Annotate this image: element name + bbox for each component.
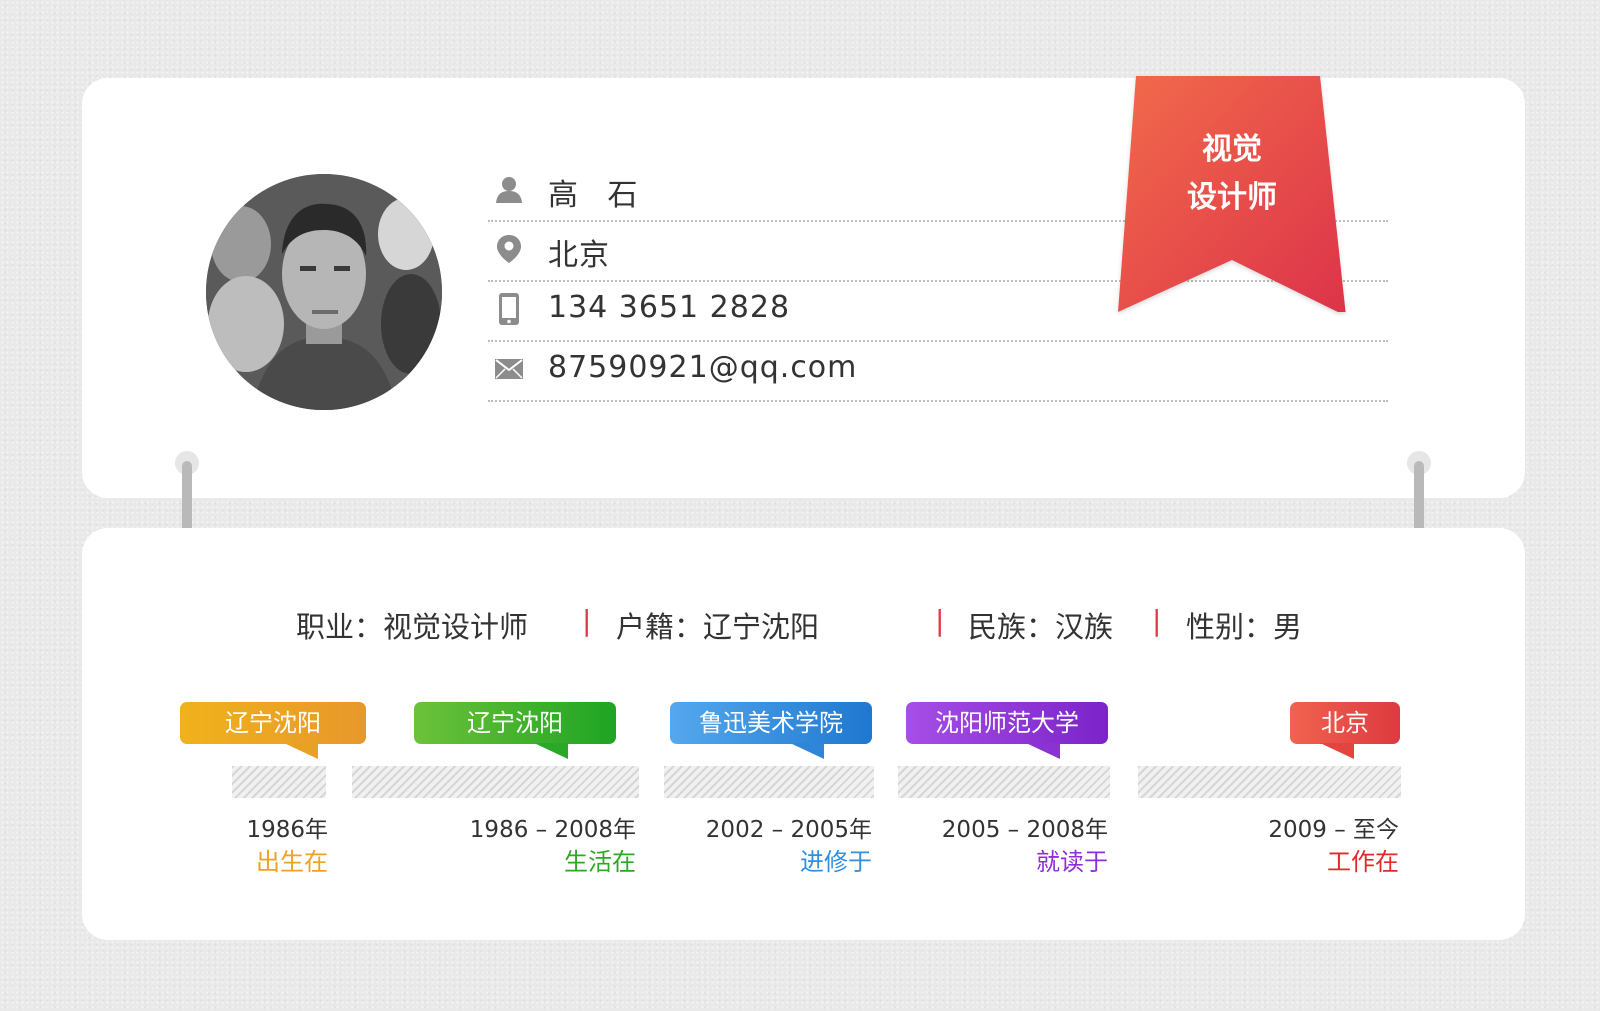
tag-place: 辽宁沈阳 [467, 709, 563, 737]
timeline-date: 1986 – 2008年 [469, 817, 636, 843]
email-address[interactable]: 87590921@qq.com [548, 350, 857, 385]
phone-number[interactable]: 134 3651 2828 [548, 290, 790, 325]
mobile-phone-icon [494, 293, 524, 325]
timeline-tag: 辽宁沈阳 [414, 702, 616, 759]
ribbon-title: 视觉 设计师 [1118, 126, 1346, 222]
ribbon-line-1: 视觉 [1202, 132, 1262, 167]
avatar [206, 174, 442, 410]
timeline-label: 工作在 [1327, 848, 1399, 876]
timeline-tag: 北京 [1290, 702, 1400, 759]
hometown: 户籍：辽宁沈阳 [616, 610, 820, 644]
timeline-bar [352, 766, 639, 798]
tag-place: 辽宁沈阳 [225, 709, 321, 737]
gender: 性别：男 [1186, 610, 1303, 644]
timeline-date: 2005 – 2008年 [941, 817, 1108, 843]
ribbon-line-2: 设计师 [1187, 180, 1277, 215]
occupation: 职业：视觉设计师 [296, 610, 529, 644]
location-pin-icon [494, 234, 524, 264]
tag-place: 沈阳师范大学 [935, 709, 1079, 737]
timeline-bar [232, 766, 326, 798]
timeline-label: 生活在 [564, 848, 636, 876]
tag-place: 北京 [1321, 709, 1369, 737]
separator: | [935, 604, 945, 637]
user-icon [494, 174, 524, 204]
timeline-bar [898, 766, 1110, 798]
timeline-label: 就读于 [1036, 848, 1108, 876]
timeline-date: 1986年 [246, 817, 328, 843]
timeline-bar [664, 766, 874, 798]
timeline-tag: 辽宁沈阳 [180, 702, 366, 759]
timeline-date: 2009 – 至今 [1268, 817, 1399, 843]
timeline-tag: 鲁迅美术学院 [670, 702, 872, 759]
city: 北京 [548, 238, 610, 273]
separator: | [582, 604, 592, 637]
envelope-icon [494, 354, 524, 384]
ethnicity: 民族：汉族 [968, 610, 1114, 644]
tag-place: 鲁迅美术学院 [699, 709, 843, 737]
timeline-tag: 沈阳师范大学 [906, 702, 1108, 759]
full-name: 高 石 [548, 178, 648, 213]
timeline-date: 2002 – 2005年 [705, 817, 872, 843]
timeline-label: 出生在 [256, 848, 328, 876]
separator: | [1152, 604, 1162, 637]
email-row: 87590921@qq.com [488, 340, 1388, 402]
timeline-label: 进修于 [800, 848, 872, 876]
timeline-bar [1138, 766, 1401, 798]
